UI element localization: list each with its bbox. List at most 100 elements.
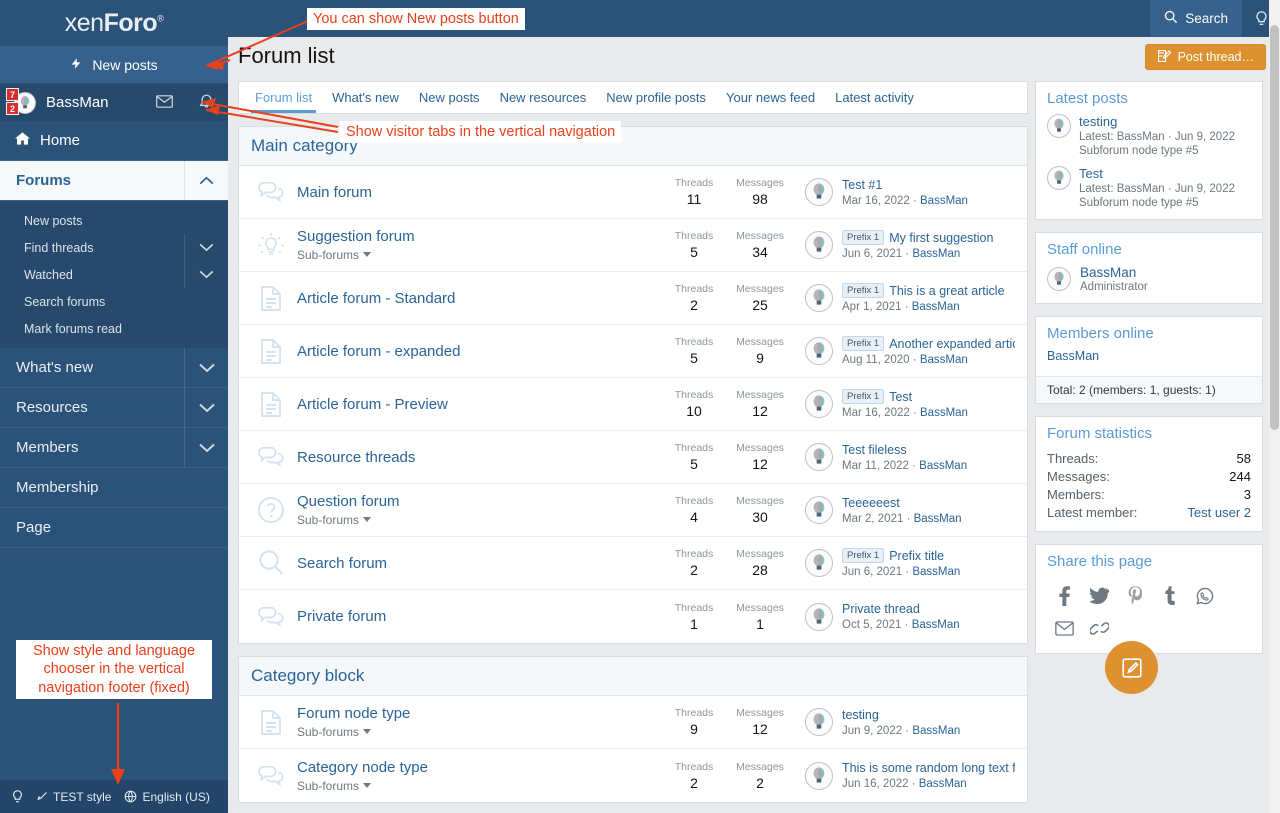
last-post-user[interactable]: BassMan [920, 354, 968, 366]
statistic-value[interactable]: Test user 2 [1187, 505, 1251, 520]
sidebar-item-whats-new[interactable]: What's new [0, 348, 228, 388]
last-post-title[interactable]: Prefix 1Test [842, 389, 968, 405]
latest-post-node[interactable]: Subforum node type #5 [1079, 197, 1235, 209]
last-post-date[interactable]: Apr 1, 2021 [842, 301, 901, 313]
forum-row[interactable]: Resource threadsThreads5Messages12Test f… [239, 431, 1027, 484]
tab-latest-activity[interactable]: Latest activity [825, 82, 924, 113]
forum-title[interactable]: Suggestion forum [297, 228, 661, 245]
sidebar-item-forums[interactable]: Forums [0, 161, 228, 201]
logo[interactable]: xenForo® [0, 0, 228, 46]
last-post-title[interactable]: Test #1 [842, 178, 968, 192]
last-post-title[interactable]: Prefix 1My first suggestion [842, 230, 993, 246]
sidebar-item-page[interactable]: Page [0, 508, 228, 548]
page-scrollbar[interactable] [1269, 0, 1280, 813]
avatar[interactable] [805, 390, 833, 418]
sidebar-subitem-find-threads[interactable]: Find threads [0, 234, 228, 261]
last-post-date[interactable]: Mar 16, 2022 [842, 407, 910, 419]
avatar[interactable] [805, 762, 833, 790]
last-post-user[interactable]: BassMan [912, 301, 960, 313]
last-post-user[interactable]: BassMan [920, 407, 968, 419]
forum-row[interactable]: Suggestion forumSub-forumsThreads5Messag… [239, 219, 1027, 272]
facebook-icon[interactable] [1047, 579, 1082, 612]
email-icon[interactable] [1047, 612, 1082, 645]
whatsapp-icon[interactable] [1187, 579, 1222, 612]
sidebar-item-membership[interactable]: Membership [0, 468, 228, 508]
tab-your-news-feed[interactable]: Your news feed [716, 82, 825, 113]
sidebar-subitem-watched[interactable]: Watched [0, 261, 228, 288]
chevron-up-icon[interactable] [184, 161, 228, 200]
post-thread-button[interactable]: Post thread… [1145, 44, 1266, 70]
avatar[interactable] [1047, 166, 1071, 190]
last-post-title[interactable]: Prefix 1Prefix title [842, 548, 960, 564]
last-post-date[interactable]: Mar 11, 2022 [842, 460, 909, 472]
last-post-user[interactable]: BassMan [912, 619, 960, 631]
last-post-date[interactable]: Mar 16, 2022 [842, 195, 910, 207]
last-post-title[interactable]: This is some random long text for … [842, 761, 1015, 775]
forum-title[interactable]: Question forum [297, 493, 661, 510]
forum-title[interactable]: Article forum - Preview [297, 396, 661, 413]
forum-row[interactable]: Question forumSub-forumsThreads4Messages… [239, 484, 1027, 537]
tab-new-posts[interactable]: New posts [409, 82, 490, 113]
avatar[interactable] [805, 337, 833, 365]
member-name[interactable]: BassMan [1047, 349, 1251, 366]
tab-new-resources[interactable]: New resources [490, 82, 597, 113]
search-button[interactable]: Search [1150, 0, 1242, 37]
sidebar-item-members[interactable]: Members [0, 428, 228, 468]
language-chooser[interactable]: English (US) [124, 790, 209, 804]
sub-forums-toggle[interactable]: Sub-forums [297, 513, 661, 527]
tab-new-profile-posts[interactable]: New profile posts [596, 82, 716, 113]
forum-row[interactable]: Forum node typeSub-forumsThreads9Message… [239, 696, 1027, 749]
sidebar-subitem-search-forums[interactable]: Search forums [0, 288, 228, 315]
last-post-date[interactable]: Oct 5, 2021 [842, 619, 901, 631]
forum-row[interactable]: Article forum - PreviewThreads10Messages… [239, 378, 1027, 431]
forum-row[interactable]: Search forumThreads2Messages28Prefix 1Pr… [239, 537, 1027, 590]
list-item[interactable]: testingLatest: BassMan · Jun 9, 2022Subf… [1047, 114, 1251, 157]
staff-name[interactable]: BassMan [1080, 265, 1148, 280]
last-post-date[interactable]: Jun 6, 2021 [842, 248, 902, 260]
forum-title[interactable]: Resource threads [297, 449, 661, 466]
chevron-down-icon[interactable] [184, 234, 228, 261]
last-post-date[interactable]: Jun 6, 2021 [842, 566, 902, 578]
thread-prefix-badge[interactable]: Prefix 1 [842, 230, 884, 246]
last-post-user[interactable]: BassMan [919, 460, 967, 472]
sidebar-username[interactable]: BassMan [46, 94, 109, 111]
sidebar-subitem-new-posts[interactable]: New posts [0, 207, 228, 234]
chevron-down-icon[interactable] [184, 261, 228, 288]
link-icon[interactable] [1082, 612, 1117, 645]
forum-row[interactable]: Article forum - StandardThreads2Messages… [239, 272, 1027, 325]
last-post-date[interactable]: Aug 11, 2020 [842, 354, 910, 366]
last-post-title[interactable]: Prefix 1Another expanded article [842, 336, 1015, 352]
avatar[interactable] [805, 549, 833, 577]
last-post-date[interactable]: Jun 16, 2022 [842, 778, 909, 790]
forum-row[interactable]: Main forumThreads11Messages98Test #1Mar … [239, 166, 1027, 219]
forum-title[interactable]: Article forum - expanded [297, 343, 661, 360]
last-post-user[interactable]: BassMan [912, 566, 960, 578]
chevron-down-icon[interactable] [184, 348, 228, 387]
forum-title[interactable]: Search forum [297, 555, 661, 572]
conversations-badge[interactable]: 7 [6, 88, 19, 101]
scrollbar-thumb[interactable] [1270, 25, 1279, 430]
envelope-icon[interactable] [156, 95, 173, 111]
forum-title[interactable]: Forum node type [297, 705, 661, 722]
forum-row[interactable]: Private forumThreads1Messages1Private th… [239, 590, 1027, 643]
forum-title[interactable]: Article forum - Standard [297, 290, 661, 307]
avatar[interactable] [805, 603, 833, 631]
forum-title[interactable]: Private forum [297, 608, 661, 625]
chevron-down-icon[interactable] [184, 428, 228, 467]
thread-prefix-badge[interactable]: Prefix 1 [842, 548, 884, 564]
forum-row[interactable]: Article forum - expandedThreads5Messages… [239, 325, 1027, 378]
avatar[interactable] [805, 178, 833, 206]
avatar[interactable] [805, 443, 833, 471]
pinterest-icon[interactable] [1117, 579, 1152, 612]
latest-post-title[interactable]: testing [1079, 114, 1235, 129]
thread-prefix-badge[interactable]: Prefix 1 [842, 389, 884, 405]
list-item[interactable]: BassMan Administrator [1047, 265, 1251, 293]
sidebar-subitem-mark-forums-read[interactable]: Mark forums read [0, 315, 228, 342]
forum-title[interactable]: Category node type [297, 759, 661, 776]
list-item[interactable]: TestLatest: BassMan · Jun 9, 2022Subforu… [1047, 166, 1251, 209]
last-post-title[interactable]: Private thread [842, 602, 960, 616]
twitter-icon[interactable] [1082, 579, 1117, 612]
last-post-date[interactable]: Jun 9, 2022 [842, 725, 902, 737]
last-post-user[interactable]: BassMan [912, 725, 960, 737]
thread-prefix-badge[interactable]: Prefix 1 [842, 336, 884, 352]
